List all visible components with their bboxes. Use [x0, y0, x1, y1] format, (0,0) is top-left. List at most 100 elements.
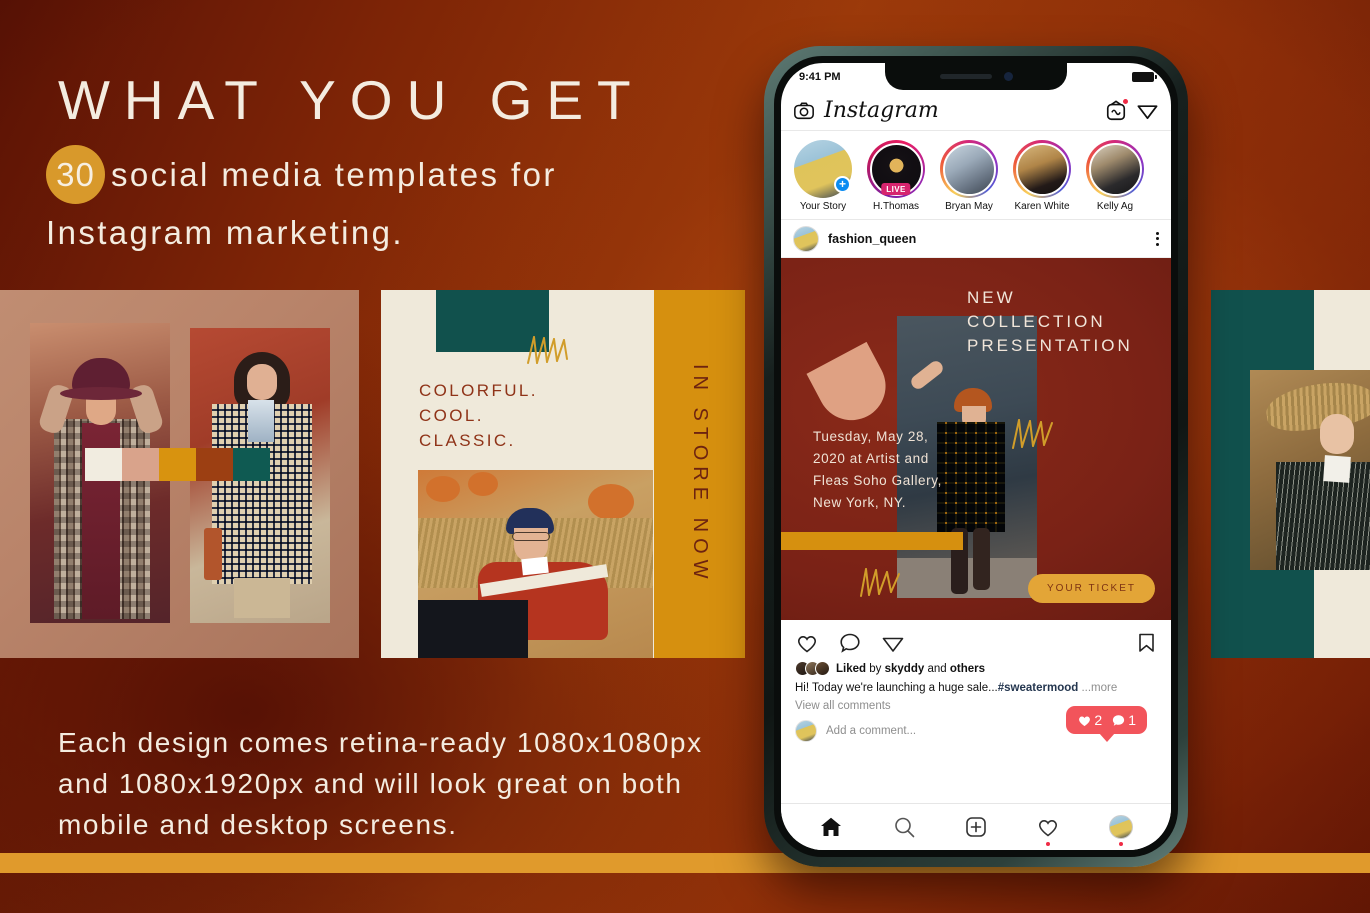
- post-event-info: Tuesday, May 28, 2020 at Artist and Flea…: [813, 426, 985, 514]
- battery-icon: [1132, 72, 1157, 82]
- subtitle-text-1: social media templates for: [111, 156, 557, 194]
- subtitle-line-2: Instagram marketing.: [46, 214, 404, 251]
- tab-activity[interactable]: [1036, 815, 1060, 846]
- gold-stripe: [781, 532, 963, 550]
- phone-bezel: 9:41 PM Instagram + Your Story LIVE H.Th…: [774, 56, 1178, 857]
- post-title-line-1: NEW: [967, 288, 1016, 307]
- tab-profile[interactable]: [1108, 815, 1133, 846]
- tagline-block: COLORFUL. COOL. CLASSIC.: [419, 378, 538, 453]
- post-username[interactable]: fashion_queen: [828, 232, 1147, 246]
- portrait-photo: [1250, 370, 1370, 570]
- send-icon[interactable]: [1136, 99, 1159, 122]
- post-image[interactable]: NEW COLLECTION PRESENTATION Tuesday, May…: [781, 258, 1171, 620]
- phone-screen: 9:41 PM Instagram + Your Story LIVE H.Th…: [781, 63, 1171, 850]
- liker-username[interactable]: skyddy: [885, 663, 925, 675]
- like-heart-icon[interactable]: [795, 631, 819, 655]
- comments-count: 1: [1128, 712, 1136, 728]
- post-caption: Hi! Today we're launching a huge sale...…: [795, 680, 1157, 696]
- profile-avatar: [1108, 815, 1133, 839]
- model-face: [1320, 414, 1354, 454]
- likes-count-group: 2: [1077, 712, 1102, 728]
- tab-home[interactable]: [819, 815, 843, 839]
- template-card-lookbook: [0, 290, 359, 658]
- description-paragraph: Each design comes retina-ready 1080x1080…: [58, 727, 703, 840]
- white-collar: [521, 556, 549, 576]
- add-comment-row[interactable]: Add a comment... 2 1: [781, 706, 1171, 742]
- post-author-avatar[interactable]: [793, 225, 819, 252]
- vertical-label-wrap: IN STORE NOW: [654, 290, 745, 658]
- subtitle-line-1: 30 social media templates for: [46, 145, 666, 207]
- engagement-notification-badge: 2 1: [1066, 706, 1147, 734]
- story-label: Your Story: [799, 201, 847, 212]
- tagline-line-2: COOL.: [419, 406, 484, 425]
- share-send-icon[interactable]: [881, 631, 905, 655]
- add-comment-input[interactable]: Add a comment...: [826, 725, 916, 737]
- by-word: by: [869, 662, 882, 675]
- your-ticket-button[interactable]: YOUR TICKET: [1027, 574, 1155, 603]
- camera-icon[interactable]: [793, 100, 815, 122]
- activity-notification-dot: [1046, 842, 1051, 846]
- story-your-story[interactable]: + Your Story: [793, 140, 853, 212]
- story-kelly-ag[interactable]: Kelly Ag: [1085, 140, 1145, 212]
- add-story-plus-icon[interactable]: +: [834, 176, 851, 193]
- igtv-notification-dot: [1122, 97, 1129, 105]
- pumpkin: [426, 476, 460, 502]
- straw-hat: [1263, 376, 1370, 436]
- igtv-icon[interactable]: [1105, 97, 1129, 122]
- gold-scribble-icon: [527, 336, 568, 364]
- autumn-model-photo: [418, 470, 653, 658]
- story-ring: [1013, 140, 1071, 198]
- current-user-avatar: [795, 720, 817, 742]
- tagline-line-3: CLASSIC.: [419, 431, 516, 450]
- tab-add-post[interactable]: [964, 815, 988, 839]
- in-store-now-label: IN STORE NOW: [689, 363, 711, 585]
- liked-label: Liked by skyddy and others: [836, 663, 985, 675]
- phone-notch: [885, 63, 1067, 90]
- others-word[interactable]: others: [950, 663, 985, 675]
- instagram-wordmark: Instagram: [824, 98, 939, 123]
- story-label: Bryan May: [945, 201, 993, 212]
- story-label: Karen White: [1014, 201, 1070, 212]
- comment-filled-icon: [1113, 714, 1125, 726]
- and-word: and: [927, 662, 947, 675]
- add-post-icon: [966, 817, 986, 837]
- tab-search[interactable]: [892, 815, 916, 839]
- post-header: fashion_queen: [781, 220, 1171, 258]
- avatar: [815, 661, 830, 676]
- caption-hashtag[interactable]: #sweatermood: [998, 682, 1079, 694]
- tagline-line-1: COLORFUL.: [419, 381, 538, 400]
- leather-bag: [204, 528, 222, 580]
- story-h-thomas[interactable]: LIVE H.Thomas: [866, 140, 926, 212]
- story-label: H.Thomas: [872, 201, 920, 212]
- beige-skirt: [234, 578, 290, 618]
- black-pants: [418, 600, 528, 658]
- pumpkin: [468, 472, 498, 496]
- status-time: 9:41 PM: [799, 71, 841, 83]
- likes-count: 2: [1094, 712, 1103, 728]
- search-icon: [894, 817, 914, 838]
- bookmark-save-icon[interactable]: [1136, 631, 1157, 655]
- comment-icon[interactable]: [838, 631, 862, 655]
- subtitle-block: 30 social media templates for Instagram m…: [46, 145, 666, 258]
- live-badge: LIVE: [881, 183, 911, 195]
- template-card-teal-portrait: [1211, 290, 1370, 658]
- phone-mockup: 9:41 PM Instagram + Your Story LIVE H.Th…: [764, 46, 1188, 867]
- swatch-cream: [85, 448, 122, 481]
- heart-filled-icon: [1079, 716, 1091, 726]
- comments-count-group: 1: [1111, 712, 1136, 728]
- caption-text: Hi! Today we're launching a huge sale...: [795, 682, 998, 694]
- model-face: [247, 364, 277, 400]
- instagram-header: Instagram: [781, 91, 1171, 131]
- printed-scarf: [248, 400, 274, 442]
- page-title: WHAT YOU GET: [58, 69, 645, 131]
- post-options-icon[interactable]: [1156, 231, 1159, 246]
- stories-tray[interactable]: + Your Story LIVE H.Thomas Bryan May Kar…: [781, 131, 1171, 220]
- hat-brim: [60, 387, 142, 400]
- story-karen-white[interactable]: Karen White: [1012, 140, 1072, 212]
- liked-word: Liked: [836, 662, 867, 675]
- liked-by-row: Liked by skyddy and others: [795, 661, 1157, 676]
- gold-scribble-icon: [1012, 419, 1053, 449]
- caption-more-link[interactable]: ...more: [1078, 682, 1117, 694]
- story-bryan-may[interactable]: Bryan May: [939, 140, 999, 212]
- story-ring: [1086, 140, 1144, 198]
